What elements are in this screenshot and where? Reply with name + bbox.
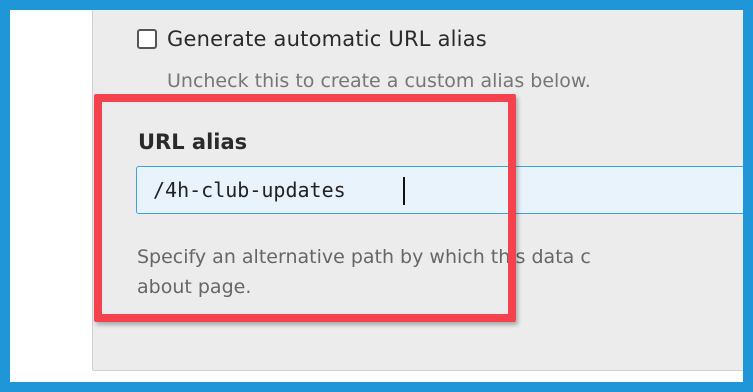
url-alias-description-line-1: Specify an alternative path by which thi… <box>137 246 591 268</box>
automatic-alias-label[interactable]: Generate automatic URL alias <box>167 27 487 51</box>
text-cursor <box>403 177 405 205</box>
automatic-alias-checkbox[interactable] <box>137 29 157 49</box>
url-alias-description-line-2: about page. <box>137 276 252 298</box>
automatic-alias-row[interactable]: Generate automatic URL alias <box>137 27 487 51</box>
url-alias-description: Specify an alternative path by which thi… <box>137 242 743 302</box>
screenshot-frame: Generate automatic URL alias Uncheck thi… <box>0 0 753 392</box>
url-alias-input[interactable] <box>136 166 743 214</box>
url-alias-label: URL alias <box>138 130 248 154</box>
automatic-alias-description: Uncheck this to create a custom alias be… <box>167 70 591 92</box>
